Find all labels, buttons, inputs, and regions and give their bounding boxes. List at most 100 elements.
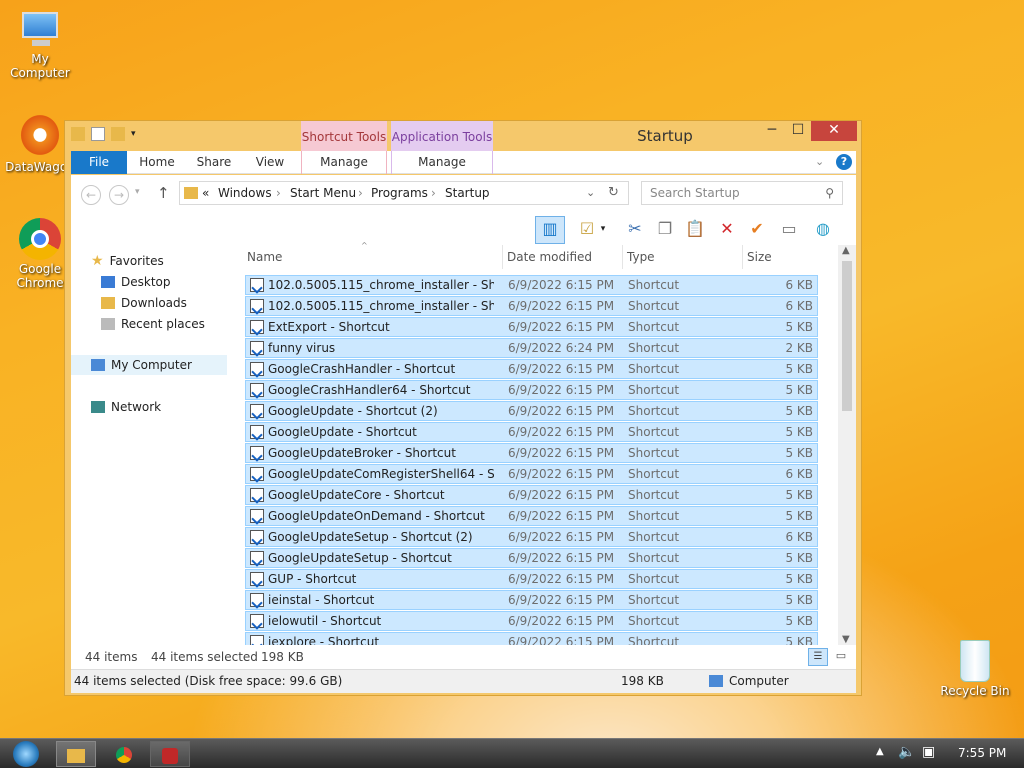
- table-row[interactable]: iexplore - Shortcut 6/9/2022 6:15 PM Short…: [245, 632, 818, 645]
- preview-pane-icon[interactable]: ▥: [535, 216, 565, 244]
- nav-downloads[interactable]: Downloads: [101, 293, 187, 313]
- search-icon[interactable]: ⚲: [825, 186, 834, 200]
- minimize-button[interactable]: ─: [759, 121, 785, 141]
- help-icon[interactable]: ?: [836, 154, 852, 170]
- search-input[interactable]: Search Startup: [650, 186, 740, 200]
- scrollbar-thumb[interactable]: [842, 261, 852, 411]
- table-row[interactable]: ieinstal - Shortcut 6/9/2022 6:15 PM Short…: [245, 590, 818, 610]
- globe-icon[interactable]: ◍: [811, 217, 835, 241]
- table-row[interactable]: funny virus 6/9/2022 6:24 PM Shortcut 2 KB: [245, 338, 818, 358]
- clock[interactable]: 7:55 PM: [958, 746, 1006, 760]
- table-row[interactable]: ExtExport - Shortcut 6/9/2022 6:15 PM Shor…: [245, 317, 818, 337]
- table-row[interactable]: GoogleUpdateBroker - Shortcut 6/9/2022 6:…: [245, 443, 818, 463]
- delete-icon[interactable]: ✕: [715, 217, 739, 241]
- file-type: Shortcut: [628, 572, 680, 586]
- folder-icon: [184, 187, 198, 199]
- volume-muted-icon[interactable]: 🔈: [898, 744, 915, 760]
- breadcrumb-startup[interactable]: Startup: [445, 186, 490, 200]
- tab-home[interactable]: Home: [133, 151, 181, 174]
- select-all-icon[interactable]: ☑: [575, 217, 599, 241]
- chevron-down-icon[interactable]: ▾: [131, 127, 141, 141]
- up-button[interactable]: ↑: [157, 184, 170, 202]
- file-size: 5 KB: [785, 572, 813, 586]
- new-folder-icon[interactable]: [111, 127, 125, 141]
- desktop-icon-my-computer[interactable]: My Computer: [0, 10, 80, 80]
- breadcrumb-programs[interactable]: Programs: [371, 186, 428, 200]
- shortcut-icon: [250, 362, 264, 376]
- title-bar[interactable]: ▾ Shortcut Tools Application Tools Start…: [65, 121, 861, 151]
- copy-icon[interactable]: ❐: [653, 217, 677, 241]
- details-view-icon[interactable]: ☰: [808, 648, 828, 666]
- chevron-down-icon[interactable]: ⌄: [815, 155, 824, 168]
- recent-locations-icon[interactable]: ▾: [135, 187, 140, 197]
- table-row[interactable]: 102.0.5005.115_chrome_installer - Shortc…: [245, 296, 818, 316]
- file-type: Shortcut: [628, 530, 680, 544]
- recycle-bin-icon: [960, 640, 990, 682]
- search-box[interactable]: Search Startup ⚲: [641, 181, 843, 205]
- network-icon[interactable]: ▣: [922, 744, 935, 760]
- table-row[interactable]: GoogleUpdateCore - Shortcut 6/9/2022 6:15…: [245, 485, 818, 505]
- table-row[interactable]: GoogleUpdateSetup - Shortcut (2) 6/9/2022…: [245, 527, 818, 547]
- nav-network[interactable]: Network: [91, 397, 161, 417]
- breadcrumb-windows[interactable]: Windows: [218, 186, 272, 200]
- command-toolbar: ▥ ☑ ▾ ✂ ❐ 📋 ✕ ✔ ▭ ◍: [71, 215, 856, 245]
- file-size: 5 KB: [785, 488, 813, 502]
- show-hidden-icons-icon[interactable]: ▲: [876, 746, 884, 757]
- scroll-down-icon[interactable]: ▼: [842, 634, 850, 645]
- table-row[interactable]: 102.0.5005.115_chrome_installer - Shortc…: [245, 275, 818, 295]
- properties-icon[interactable]: [91, 127, 105, 141]
- desktop-icon-recycle-bin[interactable]: Recycle Bin: [935, 640, 1015, 698]
- tab-manage-application[interactable]: Manage: [391, 151, 493, 174]
- table-row[interactable]: GUP - Shortcut 6/9/2022 6:15 PM Shortcut 5 …: [245, 569, 818, 589]
- large-icons-view-icon[interactable]: ▭: [832, 648, 850, 666]
- scroll-up-icon[interactable]: ▲: [842, 245, 850, 256]
- table-row[interactable]: GoogleCrashHandler - Shortcut 6/9/2022 6:…: [245, 359, 818, 379]
- nav-recent-places[interactable]: Recent places: [101, 314, 205, 334]
- refresh-icon[interactable]: ↻: [608, 185, 619, 200]
- cut-icon[interactable]: ✂: [623, 217, 647, 241]
- taskbar: ▲ 🔈 ▣ 7:55 PM: [0, 738, 1024, 768]
- file-date: 6/9/2022 6:15 PM: [508, 467, 615, 481]
- contextual-group-shortcut-tools: Shortcut Tools: [301, 121, 387, 151]
- shortcut-icon: [250, 299, 264, 313]
- table-row[interactable]: GoogleUpdateSetup - Shortcut 6/9/2022 6:1…: [245, 548, 818, 568]
- checkmark-icon[interactable]: ✔: [745, 217, 769, 241]
- start-orb-icon: [13, 741, 39, 767]
- breadcrumb-root[interactable]: «: [202, 186, 209, 200]
- file-size: 5 KB: [785, 446, 813, 460]
- back-button[interactable]: ←: [81, 185, 101, 205]
- paste-icon[interactable]: 📋: [683, 217, 707, 241]
- close-button[interactable]: ✕: [811, 121, 857, 141]
- forward-button[interactable]: →: [109, 185, 129, 205]
- taskbar-explorer[interactable]: [56, 741, 96, 767]
- breadcrumb-start-menu[interactable]: Start Menu: [290, 186, 356, 200]
- table-row[interactable]: GoogleCrashHandler64 - Shortcut 6/9/2022 …: [245, 380, 818, 400]
- desktop-icon-label: Google Chrome: [16, 262, 64, 290]
- tab-view[interactable]: View: [247, 151, 293, 174]
- tab-share[interactable]: Share: [191, 151, 237, 174]
- shortcut-icon: [250, 404, 264, 418]
- chevron-down-icon[interactable]: ▾: [597, 217, 609, 241]
- explorer-window: ▾ Shortcut Tools Application Tools Start…: [64, 120, 862, 696]
- table-row[interactable]: GoogleUpdateComRegisterShell64 - Shor...…: [245, 464, 818, 484]
- rename-icon[interactable]: ▭: [777, 217, 801, 241]
- vertical-scrollbar[interactable]: ▲ ▼: [838, 245, 856, 645]
- nav-desktop[interactable]: Desktop: [101, 272, 171, 292]
- tab-file[interactable]: File: [71, 151, 127, 174]
- taskbar-app[interactable]: [150, 741, 190, 767]
- taskbar-chrome[interactable]: [104, 741, 144, 767]
- maximize-button[interactable]: ☐: [785, 121, 811, 141]
- address-bar[interactable]: « Windows › Start Menu › Programs › Star…: [179, 181, 629, 205]
- table-row[interactable]: GoogleUpdate - Shortcut 6/9/2022 6:15 PM S…: [245, 422, 818, 442]
- tab-manage-shortcut[interactable]: Manage: [301, 151, 387, 174]
- nav-favorites[interactable]: ★ Favorites: [91, 251, 164, 271]
- datawagon-icon: [18, 112, 62, 158]
- nav-my-computer[interactable]: My Computer: [71, 355, 227, 375]
- table-row[interactable]: GoogleUpdate - Shortcut (2) 6/9/2022 6:15…: [245, 401, 818, 421]
- file-size: 5 KB: [785, 509, 813, 523]
- table-row[interactable]: GoogleUpdateOnDemand - Shortcut 6/9/2022 …: [245, 506, 818, 526]
- start-button[interactable]: [6, 741, 46, 767]
- folder-icon[interactable]: [71, 127, 85, 141]
- table-row[interactable]: ielowutil - Shortcut 6/9/2022 6:15 PM Shor…: [245, 611, 818, 631]
- address-dropdown-icon[interactable]: ⌄: [586, 186, 595, 199]
